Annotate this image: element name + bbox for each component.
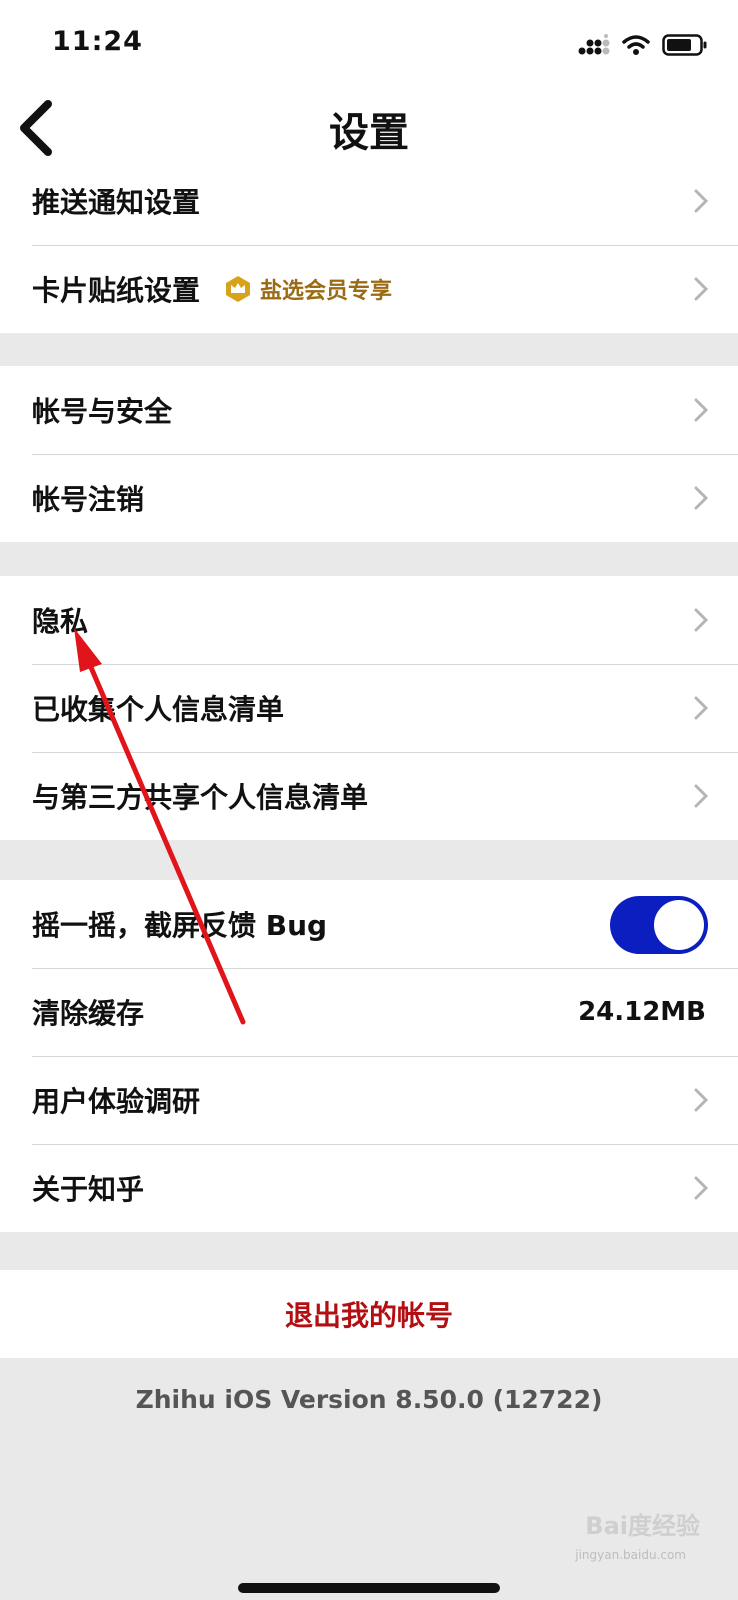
row-label: 帐号注销: [32, 483, 145, 516]
settings-section-notifications: 推送通知设置 卡片贴纸设置 盐选会员专享: [0, 157, 738, 333]
settings-row-about[interactable]: 关于知乎: [0, 1144, 738, 1232]
watermark-logo: Bai度经验: [585, 1512, 700, 1540]
chevron-right-icon: [694, 1176, 708, 1200]
version-text: Zhihu iOS Version 8.50.0 (12722): [135, 1385, 603, 1414]
settings-row-user-research[interactable]: 用户体验调研: [0, 1056, 738, 1144]
chevron-right-icon: [694, 1088, 708, 1112]
badge-label: 盐选会员专享: [260, 279, 393, 304]
chevron-right-icon: [694, 608, 708, 632]
cache-size: 24.12MB: [578, 997, 706, 1027]
settings-row-clear-cache[interactable]: 清除缓存 24.12MB: [0, 968, 738, 1056]
chevron-right-icon: [694, 277, 708, 301]
status-icons: [578, 30, 708, 60]
settings-row-shake-feedback: 摇一摇，截屏反馈 Bug: [0, 880, 738, 968]
settings-row-card-stickers[interactable]: 卡片贴纸设置 盐选会员专享: [0, 245, 738, 333]
settings-row-privacy[interactable]: 隐私: [0, 576, 738, 664]
row-label: 帐号与安全: [32, 395, 173, 428]
chevron-right-icon: [694, 486, 708, 510]
home-indicator[interactable]: [238, 1583, 500, 1593]
vip-badge: 盐选会员专享: [224, 273, 392, 305]
logout-label: 退出我的帐号: [284, 1299, 453, 1332]
shake-feedback-toggle[interactable]: [610, 896, 708, 954]
chevron-right-icon: [694, 189, 708, 213]
settings-section-privacy: 隐私 已收集个人信息清单 与第三方共享个人信息清单: [0, 576, 738, 840]
row-label: 清除缓存: [32, 997, 145, 1030]
settings-row-collected-info[interactable]: 已收集个人信息清单: [0, 664, 738, 752]
battery-icon: [662, 34, 707, 56]
row-label: 关于知乎: [32, 1173, 145, 1206]
row-label: 隐私: [32, 605, 89, 638]
row-label: 已收集个人信息清单: [32, 693, 285, 726]
settings-row-third-party-info[interactable]: 与第三方共享个人信息清单: [0, 752, 738, 840]
page-title: 设置: [329, 110, 409, 156]
row-label: 推送通知设置: [32, 186, 201, 219]
settings-section-general: 摇一摇，截屏反馈 Bug 清除缓存 24.12MB 用户体验调研 关于知乎: [0, 880, 738, 1232]
toggle-knob: [654, 900, 704, 950]
signal-icon: [578, 34, 610, 55]
row-label: 卡片贴纸设置: [32, 274, 201, 307]
chevron-right-icon: [694, 696, 708, 720]
settings-section-account: 帐号与安全 帐号注销: [0, 366, 738, 542]
status-time: 11:24: [52, 26, 143, 57]
top-bar: 11:24 设置: [0, 0, 738, 170]
chevron-right-icon: [694, 398, 708, 422]
settings-row-account-security[interactable]: 帐号与安全: [0, 366, 738, 454]
crown-icon: [226, 276, 251, 302]
row-label: 用户体验调研: [32, 1085, 201, 1118]
row-label: 摇一摇，截屏反馈 Bug: [32, 909, 328, 942]
settings-row-push-notifications[interactable]: 推送通知设置: [0, 157, 738, 245]
wifi-icon: [622, 35, 650, 55]
settings-row-account-cancel[interactable]: 帐号注销: [0, 454, 738, 542]
watermark-url: jingyan.baidu.com: [575, 1548, 686, 1562]
logout-button[interactable]: 退出我的帐号: [0, 1270, 738, 1358]
chevron-right-icon: [694, 784, 708, 808]
row-label: 与第三方共享个人信息清单: [32, 781, 369, 814]
